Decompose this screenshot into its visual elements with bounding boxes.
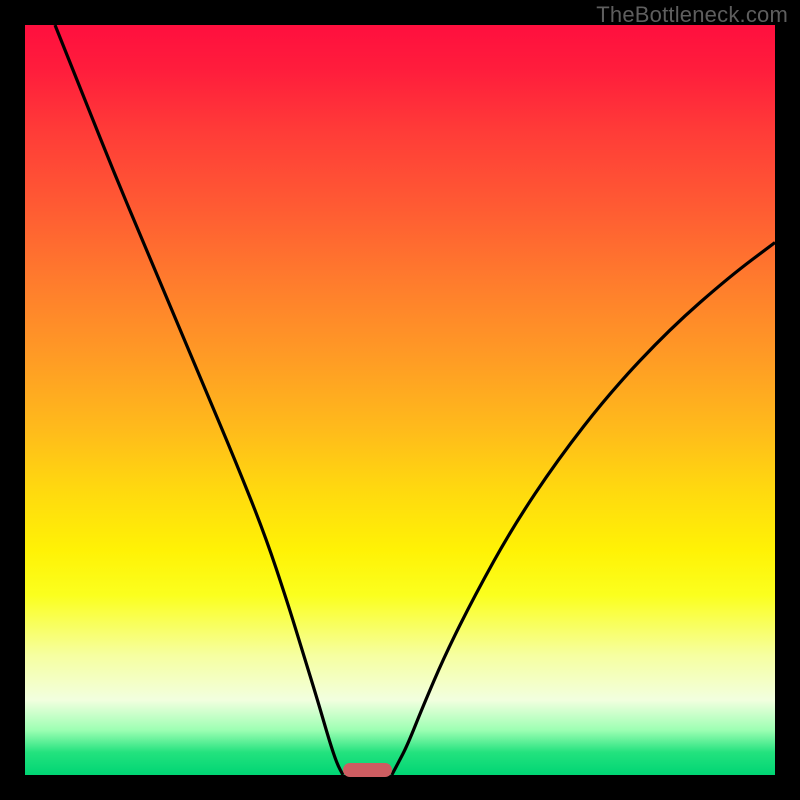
chart-svg xyxy=(25,25,775,775)
chart-frame xyxy=(25,25,775,775)
baseline-marker xyxy=(343,763,392,777)
right-curve-path xyxy=(392,243,775,776)
left-curve-path xyxy=(55,25,343,775)
